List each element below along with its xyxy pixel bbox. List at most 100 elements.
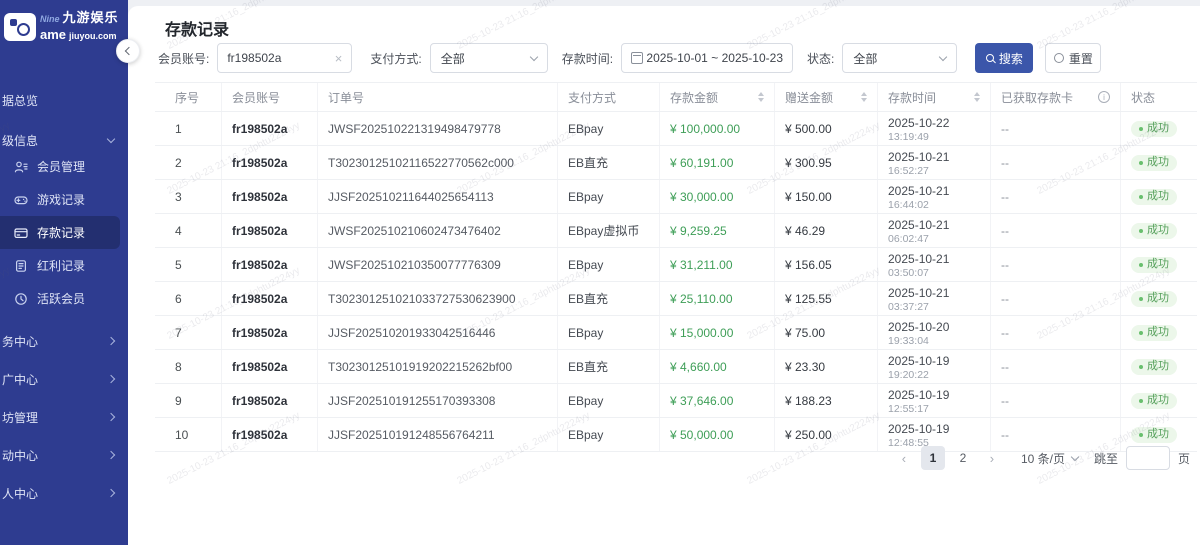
cell-payment-method: EBpay <box>558 180 660 213</box>
cell-deposit-amount: ¥ 9,259.25 <box>660 214 775 247</box>
status-badge: 成功 <box>1131 189 1177 205</box>
cell-deposit-time: 2025-10-1919:20:22 <box>878 350 991 383</box>
sidebar-bottom-group: 务中心 广中心 坊管理 动中心 人中心 <box>0 322 128 512</box>
next-page-button[interactable]: › <box>981 446 1003 470</box>
user-icon <box>14 160 28 174</box>
sidebar-group-activity-center[interactable]: 动中心 <box>0 436 128 474</box>
cell-account: fr198502a <box>222 248 318 281</box>
cell-payment-method: EBpay虚拟币 <box>558 214 660 247</box>
sidebar-group-promotion-center[interactable]: 广中心 <box>0 360 128 398</box>
cell-payment-method: EBpay <box>558 112 660 145</box>
cell-account: fr198502a <box>222 350 318 383</box>
date-range-start: 2025-10-01 <box>646 51 707 65</box>
sidebar-item-label: 动中心 <box>2 447 38 464</box>
info-icon[interactable]: i <box>1098 91 1110 103</box>
status-badge: 成功 <box>1131 223 1177 239</box>
brand-name-cn: 九游娱乐 <box>63 10 119 25</box>
table-row: 6fr198502aT302301251021033727530623900EB… <box>155 282 1197 316</box>
brand-name-en2: ame <box>40 27 66 42</box>
chevron-down-icon <box>107 134 115 142</box>
prev-page-button[interactable]: ‹ <box>893 446 915 470</box>
sidebar-group-finance-center[interactable]: 务中心 <box>0 322 128 360</box>
cell-bonus-amount: ¥ 150.00 <box>775 180 878 213</box>
status-dot <box>1139 127 1143 131</box>
cell-payment-method: EBpay <box>558 316 660 349</box>
cell-status: 成功 <box>1121 282 1197 315</box>
status-badge: 成功 <box>1131 121 1177 137</box>
cell-deposit-card: -- <box>991 384 1121 417</box>
table-row: 4fr198502aJWSF202510210602473476402EBpay… <box>155 214 1197 248</box>
sidebar-item-label: 活跃会员 <box>37 290 85 307</box>
card-icon <box>14 226 28 240</box>
cell-serial: 2 <box>155 146 222 179</box>
chevron-right-icon <box>107 337 115 345</box>
cell-payment-method: EBpay <box>558 384 660 417</box>
gamepad-icon <box>14 193 28 207</box>
status-badge: 成功 <box>1131 325 1177 341</box>
cell-status: 成功 <box>1121 180 1197 213</box>
payment-method-select[interactable]: 全部 <box>430 43 548 73</box>
cell-status: 成功 <box>1121 146 1197 179</box>
cell-bonus-amount: ¥ 500.00 <box>775 112 878 145</box>
cell-order-no: T302301251021033727530623900 <box>318 282 558 315</box>
sidebar-collapse-button[interactable] <box>116 39 140 63</box>
sidebar-item-label: 坊管理 <box>2 409 38 426</box>
brand-logo-icon <box>4 13 36 41</box>
cell-status: 成功 <box>1121 350 1197 383</box>
cell-deposit-card: -- <box>991 214 1121 247</box>
account-input-value: fr198502a <box>227 51 281 65</box>
sort-icon[interactable] <box>861 92 867 102</box>
cell-status: 成功 <box>1121 248 1197 281</box>
status-select[interactable]: 全部 <box>842 43 957 73</box>
pagination: ‹ 1 2 › 10 条/页 跳至 页 <box>893 446 1190 470</box>
account-input[interactable]: fr198502a × <box>217 43 352 73</box>
cell-deposit-time: 2025-10-2213:19:49 <box>878 112 991 145</box>
cell-deposit-time: 2025-10-2106:02:47 <box>878 214 991 247</box>
page-size-select[interactable]: 10 条/页 <box>1021 450 1078 467</box>
sort-icon[interactable] <box>974 92 980 102</box>
sidebar-item-member-management[interactable]: 会员管理 <box>0 150 120 183</box>
cell-deposit-amount: ¥ 100,000.00 <box>660 112 775 145</box>
sort-icon[interactable] <box>758 92 764 102</box>
cell-deposit-amount: ¥ 15,000.00 <box>660 316 775 349</box>
cell-deposit-amount: ¥ 50,000.00 <box>660 418 775 451</box>
calendar-icon <box>631 52 643 64</box>
page-button-1[interactable]: 1 <box>921 446 945 470</box>
cell-bonus-amount: ¥ 125.55 <box>775 282 878 315</box>
sidebar-group-personal-center[interactable]: 人中心 <box>0 474 128 512</box>
sidebar-item-bonus-records[interactable]: 红利记录 <box>0 249 120 282</box>
page-title: 存款记录 <box>165 16 229 40</box>
cell-serial: 8 <box>155 350 222 383</box>
deposit-time-range-picker[interactable]: 2025-10-01 ~ 2025-10-23 <box>621 43 793 73</box>
cell-order-no: JJSF202510211644025654113 <box>318 180 558 213</box>
clear-icon[interactable]: × <box>335 52 343 65</box>
sidebar-item-deposit-records[interactable]: 存款记录 <box>0 216 120 249</box>
status-label: 状态: <box>807 50 834 67</box>
date-range-end: 2025-10-23 <box>722 51 783 65</box>
sidebar-item-overview[interactable]: 据总览 <box>0 80 128 120</box>
cell-deposit-amount: ¥ 37,646.00 <box>660 384 775 417</box>
cell-serial: 10 <box>155 418 222 451</box>
sidebar-item-active-members[interactable]: 活跃会员 <box>0 282 120 315</box>
chevron-right-icon <box>107 375 115 383</box>
sidebar-sub-group: 会员管理 游戏记录 存款记录 红利记录 <box>0 150 128 315</box>
reset-button-label: 重置 <box>1069 50 1093 67</box>
table-body: 1fr198502aJWSF202510221319498479778EBpay… <box>155 112 1197 452</box>
cell-status: 成功 <box>1121 214 1197 247</box>
cell-deposit-card: -- <box>991 248 1121 281</box>
jump-page-input[interactable] <box>1126 446 1170 470</box>
sidebar-group-shop-management[interactable]: 坊管理 <box>0 398 128 436</box>
page-button-2[interactable]: 2 <box>951 446 975 470</box>
cell-serial: 7 <box>155 316 222 349</box>
cell-deposit-card: -- <box>991 282 1121 315</box>
sidebar-item-game-records[interactable]: 游戏记录 <box>0 183 120 216</box>
status-badge: 成功 <box>1131 427 1177 443</box>
cell-order-no: JWSF202510210602473476402 <box>318 214 558 247</box>
cell-deposit-time: 2025-10-2116:44:02 <box>878 180 991 213</box>
cell-deposit-card: -- <box>991 180 1121 213</box>
brand-name-en: Nine <box>40 14 60 24</box>
cell-serial: 4 <box>155 214 222 247</box>
reset-button[interactable]: 重置 <box>1045 43 1101 73</box>
search-button[interactable]: 搜索 <box>975 43 1033 73</box>
chevron-down-icon <box>939 52 947 60</box>
